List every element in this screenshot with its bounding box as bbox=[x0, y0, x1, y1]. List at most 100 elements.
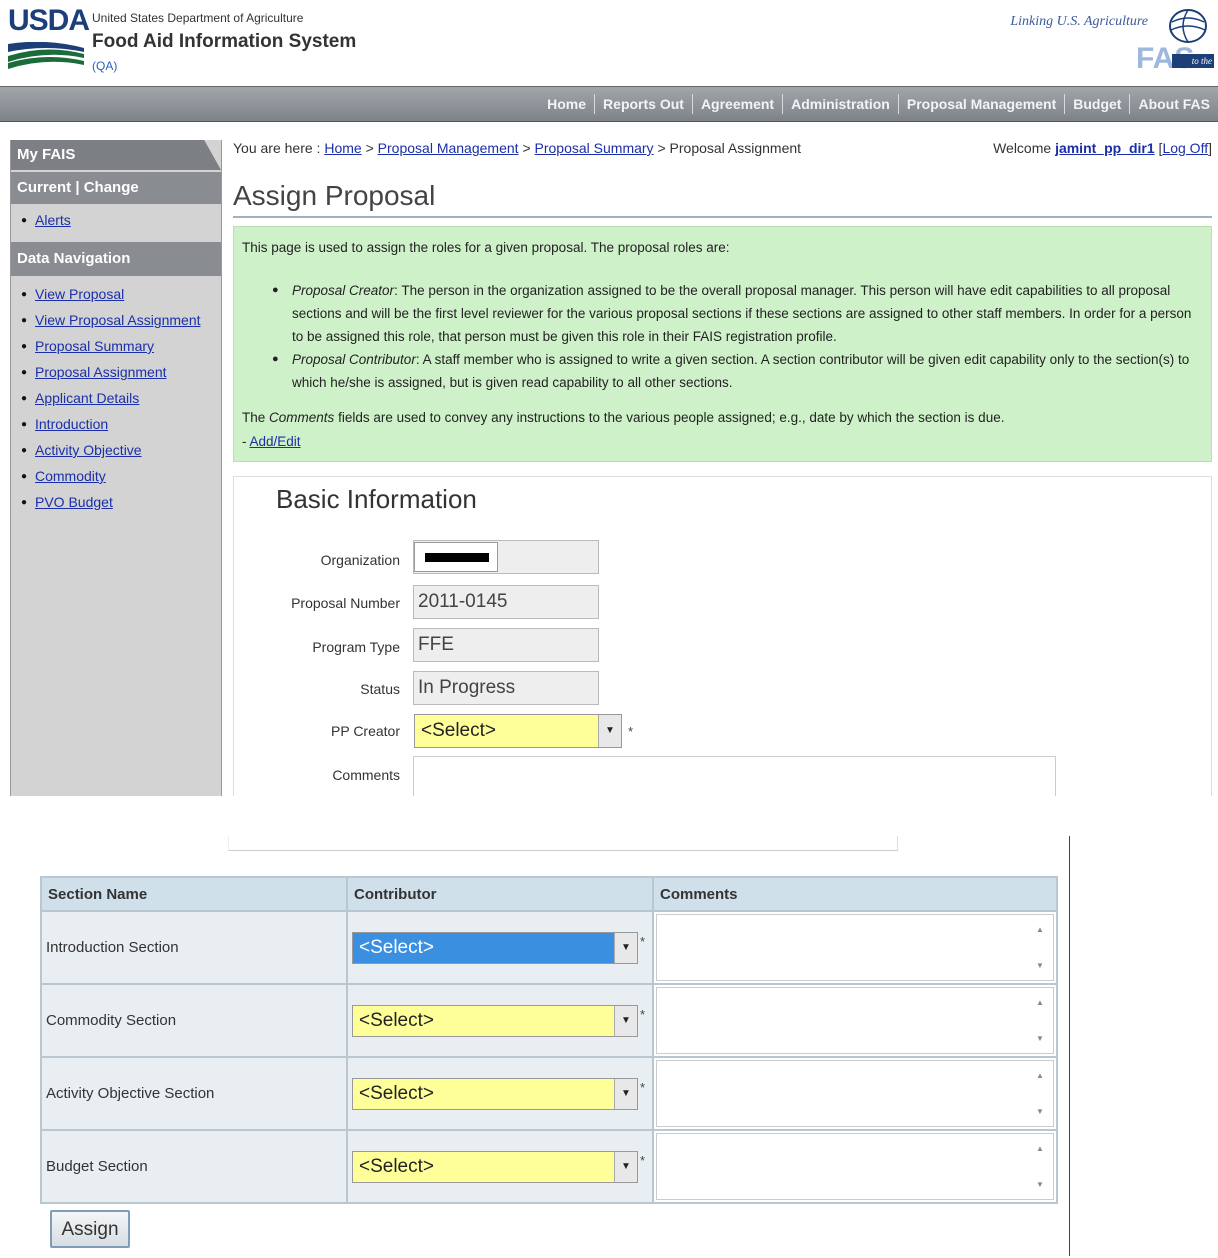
breadcrumb-proposal-management[interactable]: Proposal Management bbox=[378, 140, 519, 156]
scroll-up-icon[interactable]: ▲ bbox=[1036, 1071, 1044, 1080]
bullet-icon: ● bbox=[21, 289, 28, 301]
bullet-icon: ● bbox=[21, 393, 28, 405]
chevron-down-icon[interactable]: ▼ bbox=[598, 715, 621, 747]
chevron-down-icon[interactable]: ▼ bbox=[614, 1079, 637, 1109]
role-term: Proposal Creator bbox=[292, 283, 395, 298]
bullet-icon: ● bbox=[21, 315, 28, 327]
contributor-value: <Select> bbox=[359, 937, 434, 958]
proposal-number-label: Proposal Number bbox=[291, 595, 400, 611]
fas-logo[interactable]: FAS to the World bbox=[1054, 4, 1214, 80]
chevron-down-icon[interactable]: ▼ bbox=[614, 1152, 637, 1182]
nav-administration[interactable]: Administration bbox=[782, 94, 898, 114]
add-edit-link[interactable]: Add/Edit bbox=[250, 434, 301, 449]
nav-agreement[interactable]: Agreement bbox=[691, 94, 782, 114]
scroll-up-icon[interactable]: ▲ bbox=[1036, 998, 1044, 1007]
scroll-up-icon[interactable]: ▲ bbox=[1036, 925, 1044, 934]
scroll-down-icon[interactable]: ▼ bbox=[1036, 961, 1044, 970]
department-name: United States Department of Agriculture bbox=[92, 11, 304, 25]
view-proposal-assignment-link[interactable]: View Proposal Assignment bbox=[35, 312, 201, 328]
role-item: ● Proposal Creator: The person in the org… bbox=[270, 279, 1195, 348]
contributor-cell: <Select> ▼ * bbox=[346, 910, 654, 985]
bullet-icon: ● bbox=[21, 367, 28, 379]
pp-creator-select[interactable]: <Select> ▼ bbox=[414, 714, 622, 748]
sidebar-item-proposal-summary: ● Proposal Summary bbox=[11, 334, 221, 360]
bracket: ] bbox=[1208, 140, 1212, 156]
breadcrumb-home[interactable]: Home bbox=[324, 140, 361, 156]
usda-field-icon bbox=[8, 42, 84, 69]
table-row: Commodity Section <Select> ▼ * ▲ ▼ bbox=[40, 983, 1058, 1058]
alerts-list: ● Alerts bbox=[11, 208, 221, 234]
comments-textarea-bottom bbox=[228, 836, 898, 851]
nav-about-fas[interactable]: About FAS bbox=[1129, 94, 1218, 114]
environment-label: (QA) bbox=[92, 59, 118, 73]
status-label: Status bbox=[360, 681, 400, 697]
current-change-header[interactable]: Current | Change bbox=[11, 172, 221, 204]
fas-badge: to the World bbox=[1172, 54, 1214, 80]
commodity-link[interactable]: Commodity bbox=[35, 468, 106, 484]
nav-reports-out[interactable]: Reports Out bbox=[594, 94, 692, 114]
username-link[interactable]: jamint_pp_dir1 bbox=[1055, 140, 1155, 156]
scrollbar[interactable]: ▲ ▼ bbox=[1033, 925, 1047, 970]
section-name-cell: Budget Section bbox=[40, 1129, 348, 1204]
sidebar-item-proposal-assignment: ● Proposal Assignment bbox=[11, 360, 221, 386]
nav-proposal-management[interactable]: Proposal Management bbox=[897, 94, 1064, 114]
proposal-assignment-link[interactable]: Proposal Assignment bbox=[35, 364, 167, 380]
budget-contributor-select[interactable]: <Select> ▼ bbox=[352, 1151, 638, 1183]
applicant-details-link[interactable]: Applicant Details bbox=[35, 390, 139, 406]
proposal-number-field: 2011-0145 bbox=[413, 585, 599, 619]
role-term: Proposal Contributor bbox=[292, 352, 416, 367]
page-edge-line bbox=[1069, 836, 1070, 1256]
pp-creator-value: <Select> bbox=[421, 720, 496, 741]
nav-home[interactable]: Home bbox=[539, 94, 594, 114]
budget-comments-textarea[interactable]: ▲ ▼ bbox=[656, 1133, 1054, 1200]
activity-objective-link[interactable]: Activity Objective bbox=[35, 442, 142, 458]
scroll-down-icon[interactable]: ▼ bbox=[1036, 1107, 1044, 1116]
introduction-link[interactable]: Introduction bbox=[35, 416, 108, 432]
scroll-down-icon[interactable]: ▼ bbox=[1036, 1034, 1044, 1043]
commodity-comments-textarea[interactable]: ▲ ▼ bbox=[656, 987, 1054, 1054]
comments-cell: ▲ ▼ bbox=[652, 1129, 1058, 1204]
introduction-comments-textarea[interactable]: ▲ ▼ bbox=[656, 914, 1054, 981]
breadcrumb: You are here : Home > Proposal Managemen… bbox=[233, 140, 801, 156]
scrollbar[interactable]: ▲ ▼ bbox=[1033, 998, 1047, 1043]
scroll-up-icon[interactable]: ▲ bbox=[1036, 1144, 1044, 1153]
alerts-link[interactable]: Alerts bbox=[35, 212, 71, 228]
introduction-contributor-select[interactable]: <Select> ▼ bbox=[352, 932, 638, 964]
scroll-down-icon[interactable]: ▼ bbox=[1036, 1180, 1044, 1189]
bullet-icon: ● bbox=[272, 353, 279, 365]
chevron-down-icon[interactable]: ▼ bbox=[614, 933, 637, 963]
header: USDA United States Department of Agricul… bbox=[0, 0, 1218, 86]
bullet-icon: ● bbox=[272, 284, 279, 296]
breadcrumb-separator: > bbox=[657, 140, 666, 156]
log-off-link[interactable]: Log Off bbox=[1162, 140, 1208, 156]
breadcrumb-separator: > bbox=[522, 140, 531, 156]
bullet-icon: ● bbox=[21, 445, 28, 457]
scrollbar[interactable]: ▲ ▼ bbox=[1033, 1071, 1047, 1116]
redaction-bar bbox=[425, 553, 489, 562]
pp-creator-comments-textarea[interactable] bbox=[413, 756, 1056, 796]
comments-cell: ▲ ▼ bbox=[652, 983, 1058, 1058]
activity-objective-comments-textarea[interactable]: ▲ ▼ bbox=[656, 1060, 1054, 1127]
usda-logo[interactable]: USDA bbox=[8, 4, 90, 70]
proposal-summary-link[interactable]: Proposal Summary bbox=[35, 338, 154, 354]
breadcrumb-prefix: You are here : bbox=[233, 140, 321, 156]
nav-budget[interactable]: Budget bbox=[1064, 94, 1129, 114]
contributor-value: <Select> bbox=[359, 1083, 434, 1104]
commodity-contributor-select[interactable]: <Select> ▼ bbox=[352, 1005, 638, 1037]
pvo-budget-link[interactable]: PVO Budget bbox=[35, 494, 113, 510]
required-marker: * bbox=[628, 724, 634, 739]
chevron-down-icon[interactable]: ▼ bbox=[614, 1006, 637, 1036]
globe-icon bbox=[1169, 9, 1207, 43]
breadcrumb-separator: > bbox=[365, 140, 374, 156]
assign-button[interactable]: Assign bbox=[50, 1210, 130, 1248]
breadcrumb-proposal-summary[interactable]: Proposal Summary bbox=[535, 140, 654, 156]
section-name-cell: Activity Objective Section bbox=[40, 1056, 348, 1131]
scrollbar[interactable]: ▲ ▼ bbox=[1033, 1144, 1047, 1189]
bullet-icon: ● bbox=[21, 341, 28, 353]
instructions-intro: This page is used to assign the roles fo… bbox=[242, 240, 730, 255]
view-proposal-link[interactable]: View Proposal bbox=[35, 286, 124, 302]
sidebar-item-activity-objective: ● Activity Objective bbox=[11, 438, 221, 464]
table-row: Introduction Section <Select> ▼ * ▲ ▼ bbox=[40, 910, 1058, 985]
activity-objective-contributor-select[interactable]: <Select> ▼ bbox=[352, 1078, 638, 1110]
table-header-row: Section Name Contributor Comments bbox=[40, 876, 1058, 912]
